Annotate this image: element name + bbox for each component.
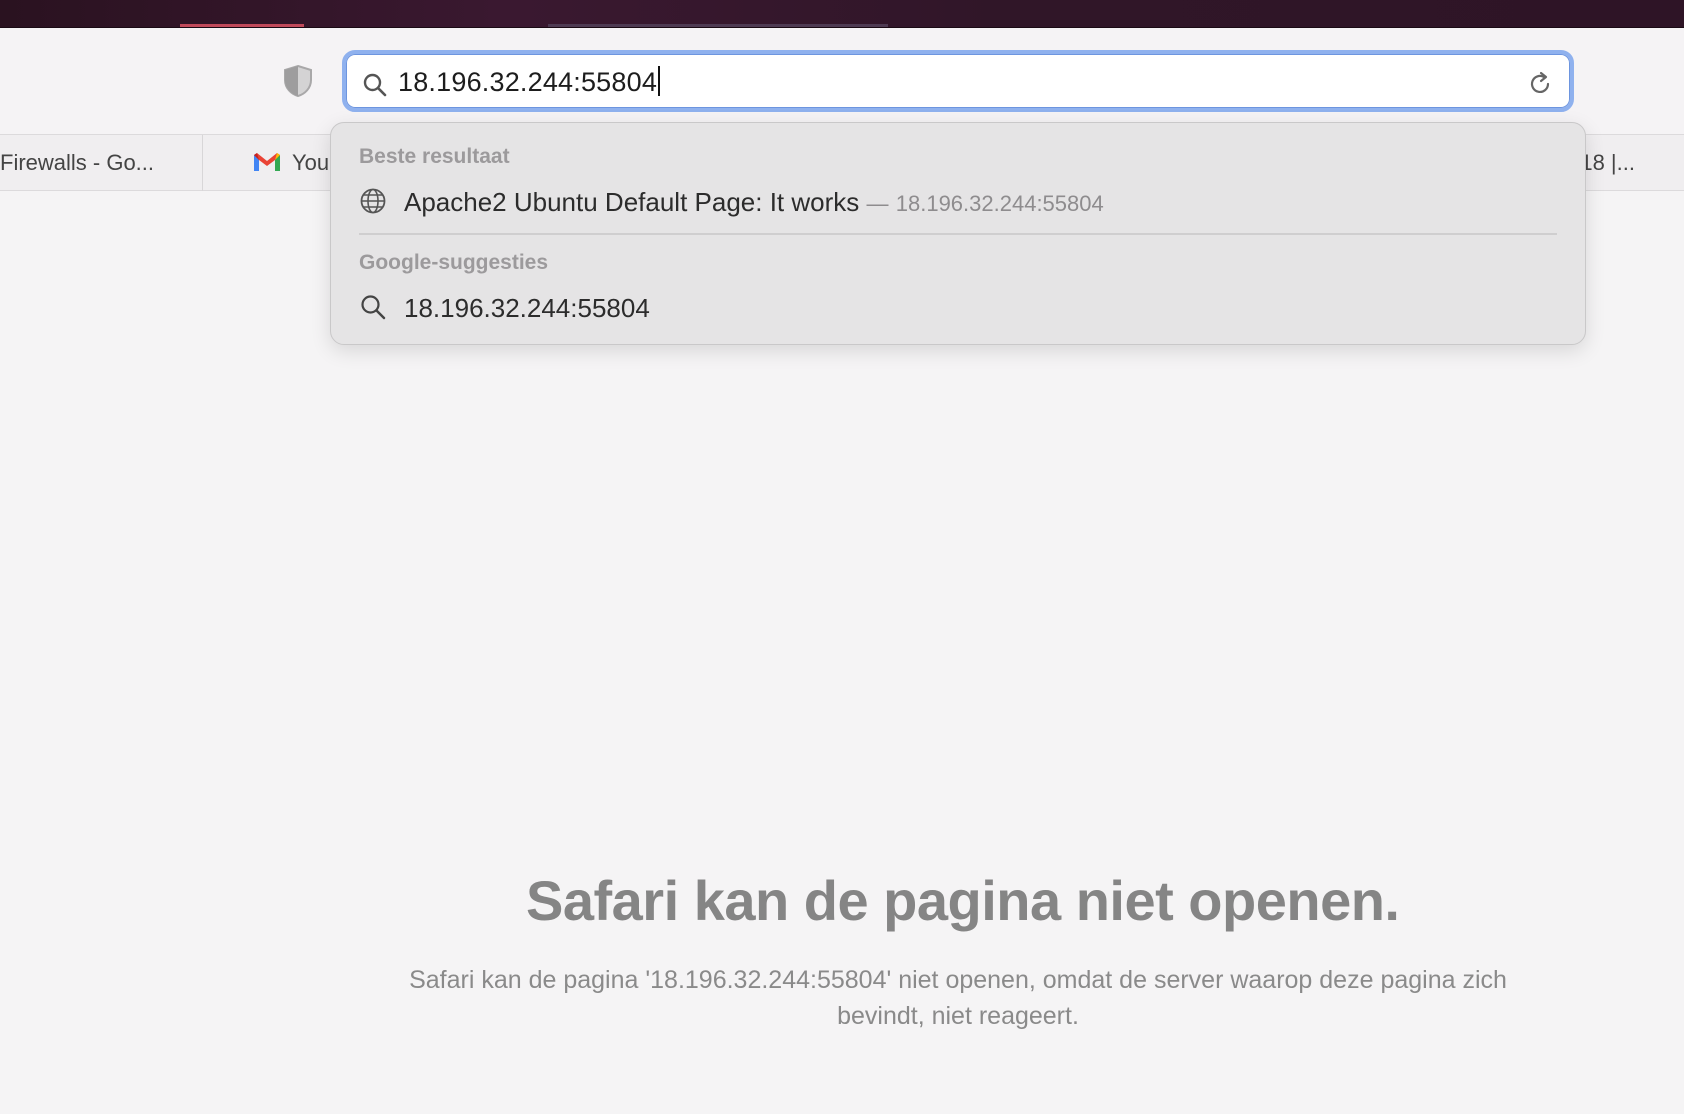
- suggestion-text: 18.196.32.244:55804: [404, 293, 650, 323]
- text-caret: [658, 66, 661, 96]
- address-suggestions-dropdown: Beste resultaat Apache2 Ubuntu Default P…: [330, 122, 1586, 345]
- favorite-label: You: [292, 150, 330, 175]
- divider: [359, 233, 1557, 235]
- address-text: 18.196.32.244:55804: [398, 67, 658, 97]
- address-bar[interactable]: 18.196.32.244:55804: [342, 50, 1574, 112]
- globe-icon: [360, 188, 386, 214]
- gmail-icon: [254, 153, 280, 171]
- favorite-label: Firewalls - Go...: [0, 150, 155, 175]
- favorite-item[interactable]: Firewalls - Go...: [0, 135, 203, 191]
- error-message: Safari kan de pagina '18.196.32.244:5580…: [409, 966, 1507, 1030]
- tab-indicator: [180, 24, 304, 27]
- privacy-shield-icon[interactable]: [282, 64, 314, 98]
- address-input[interactable]: 18.196.32.244:55804: [398, 66, 661, 98]
- favorite-item-gmail[interactable]: You: [252, 135, 329, 191]
- best-result-title: Apache2 Ubuntu Default Page: It works: [404, 187, 860, 217]
- desktop-top-strip: [0, 0, 1684, 28]
- best-result-url: 18.196.32.244:55804: [895, 191, 1104, 216]
- tab-indicator: [548, 24, 888, 27]
- error-title: Safari kan de pagina niet openen.: [526, 869, 1400, 932]
- google-suggestions-header: Google-suggesties: [359, 251, 549, 274]
- reload-icon[interactable]: [1526, 70, 1554, 98]
- best-result-separator: —: [866, 191, 889, 216]
- search-icon: [363, 73, 387, 97]
- best-result-header: Beste resultaat: [359, 145, 510, 168]
- search-icon: [361, 295, 386, 320]
